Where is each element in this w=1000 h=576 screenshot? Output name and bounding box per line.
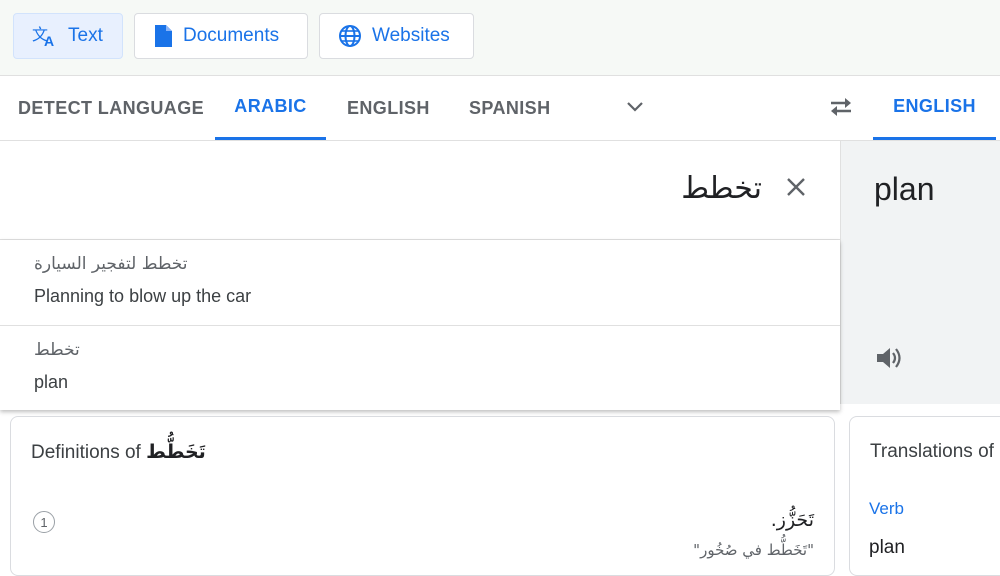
websites-mode-button[interactable]: Websites (319, 13, 474, 59)
document-icon (153, 24, 173, 48)
source-text-area[interactable]: تخطط (0, 141, 840, 240)
suggestion-english: plan (34, 372, 69, 392)
suggestion-arabic: تخطط (34, 340, 80, 360)
translation-output: plan (840, 141, 1000, 404)
text-mode-label: Text (68, 25, 103, 46)
definitions-word: تَخَطُّط (146, 441, 206, 463)
more-source-languages-button[interactable] (618, 96, 652, 122)
part-of-speech: Verb (869, 499, 904, 518)
translations-heading: Translations of (870, 441, 994, 462)
definition-number: 1 (33, 511, 55, 533)
suggestion-english: Planning to blow up the car (34, 286, 252, 306)
tab-arabic[interactable]: ARABIC (215, 76, 326, 140)
translate-icon: 文 A (32, 25, 58, 47)
tab-english-source[interactable]: ENGLISH (347, 76, 430, 140)
documents-mode-button[interactable]: Documents (134, 13, 308, 59)
translations-card: Translations of Verb plan (849, 416, 1000, 576)
definitions-heading: Definitions of تَخَطُّط (31, 441, 206, 464)
translated-text: plan (874, 171, 935, 207)
source-text[interactable]: تخطط (681, 171, 762, 206)
swap-icon (827, 95, 855, 124)
close-icon (784, 178, 808, 203)
language-bar: DETECT LANGUAGE ARABIC ENGLISH SPANISH E… (0, 76, 1000, 141)
suggestion-item[interactable]: تخطط لتفجير السيارة Planning to blow up … (0, 240, 840, 325)
text-mode-button[interactable]: 文 A Text (13, 13, 123, 59)
chevron-down-icon (625, 100, 645, 119)
documents-mode-label: Documents (183, 25, 280, 46)
swap-languages-button[interactable] (824, 94, 858, 124)
suggestions-list: تخطط لتفجير السيارة Planning to blow up … (0, 240, 840, 410)
svg-text:A: A (44, 33, 54, 47)
listen-button[interactable] (875, 345, 903, 376)
tab-detect-language[interactable]: DETECT LANGUAGE (18, 76, 204, 140)
definition-example: "تَخَطُّط في صُخُور" (693, 541, 814, 559)
definitions-card: Definitions of تَخَطُّط 1 تَحَزُّز. "تَخ… (10, 416, 835, 576)
tab-spanish[interactable]: SPANISH (469, 76, 550, 140)
globe-icon (338, 24, 362, 48)
translation-word[interactable]: plan (869, 537, 905, 559)
mode-bar: 文 A Text Documents Websites (0, 0, 1000, 76)
websites-mode-label: Websites (372, 25, 450, 46)
tab-english-target[interactable]: ENGLISH (873, 76, 996, 140)
suggestion-item[interactable]: تخطط plan (0, 325, 840, 410)
definitions-heading-label: Definitions of (31, 442, 141, 463)
suggestion-arabic: تخطط لتفجير السيارة (34, 254, 188, 274)
clear-source-button[interactable] (784, 175, 808, 204)
definition-meaning: تَحَزُّز. (770, 509, 814, 531)
speaker-icon (875, 348, 903, 375)
